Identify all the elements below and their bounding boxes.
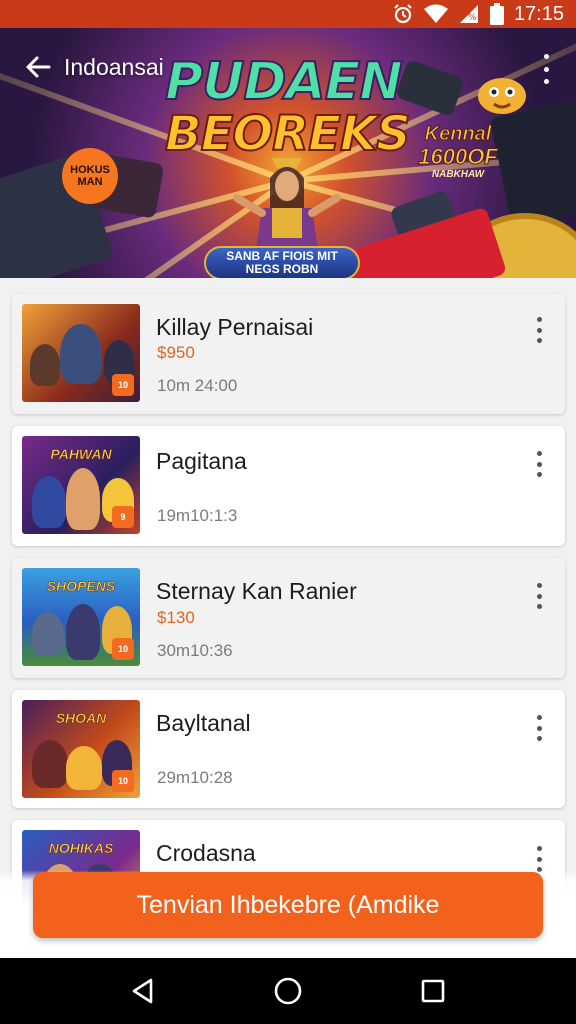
item-thumbnail: SHOPENS 10 bbox=[22, 568, 140, 666]
thumbnail-badge: 10 bbox=[112, 638, 134, 660]
more-vertical-icon[interactable] bbox=[529, 451, 549, 477]
home-circle-icon[interactable] bbox=[268, 971, 308, 1011]
mascot-illustration bbox=[472, 68, 532, 118]
item-title: Sternay Kan Ranier bbox=[156, 578, 357, 604]
thumbnail-title: PAHWAN bbox=[50, 446, 112, 463]
alarm-icon bbox=[392, 3, 414, 25]
list-item[interactable]: SHOAN 10 Bayltanal 29m10:28 bbox=[12, 690, 565, 808]
hero-promo-line3: NABKHAW bbox=[431, 169, 485, 181]
thumbnail-badge: 9 bbox=[112, 506, 134, 528]
list-item[interactable]: PAHWAN 9 Pagitana 19m10:1:3 bbox=[12, 426, 565, 546]
item-thumbnail: PAHWAN 9 bbox=[22, 436, 140, 534]
more-vertical-icon[interactable] bbox=[536, 54, 556, 84]
hero-headline-line2: BEOREKS bbox=[164, 106, 412, 162]
hero-ribbon: SANB AF FIOIS MIT NEGS ROBN bbox=[204, 246, 360, 278]
screen: % 17:15 Indoansai HOKUS MAN PUDAEN BEORE… bbox=[0, 0, 576, 1024]
list-item[interactable]: SHOPENS 10 Sternay Kan Ranier $130 30m10… bbox=[12, 558, 565, 678]
more-vertical-icon[interactable] bbox=[529, 715, 549, 741]
item-meta: 30m10:36 bbox=[157, 641, 233, 660]
hero-promo-line1: Kennal bbox=[424, 123, 492, 145]
back-triangle-icon[interactable] bbox=[123, 971, 163, 1011]
thumbnail-badge: 10 bbox=[112, 374, 134, 396]
thumbnail-title: SHOAN bbox=[55, 710, 107, 727]
wifi-icon bbox=[423, 4, 448, 24]
item-meta: 29m10:28 bbox=[157, 768, 233, 787]
more-vertical-icon[interactable] bbox=[529, 317, 549, 343]
back-arrow-icon[interactable] bbox=[22, 51, 54, 83]
svg-text:%: % bbox=[468, 13, 477, 23]
more-vertical-icon[interactable] bbox=[529, 583, 549, 609]
item-thumbnail: 10 bbox=[22, 304, 140, 402]
item-price: $950 bbox=[157, 343, 195, 362]
hero-headline: PUDAEN BEOREKS bbox=[164, 52, 412, 162]
list-item[interactable]: 10 Killay Pernaisai $950 10m 24:00 bbox=[12, 294, 565, 414]
app-title: Indoansai bbox=[64, 53, 164, 80]
signal-icon: % bbox=[458, 4, 480, 24]
primary-action-button[interactable]: Tenvian Ihbekebre (Amdike bbox=[33, 872, 543, 938]
item-title: Pagitana bbox=[156, 448, 247, 474]
item-title: Killay Pernaisai bbox=[156, 314, 314, 340]
thumbnail-title: NOHIKAS bbox=[48, 840, 114, 857]
item-title: Bayltanal bbox=[156, 710, 251, 736]
system-nav-bar bbox=[0, 958, 576, 1024]
item-list: 10 Killay Pernaisai $950 10m 24:00 PAHWA… bbox=[12, 294, 565, 942]
item-price: $130 bbox=[157, 608, 195, 627]
status-bar: % 17:15 bbox=[0, 0, 576, 28]
battery-icon bbox=[489, 3, 504, 25]
hero-promo-line2: 1600OF bbox=[418, 144, 499, 169]
thumbnail-badge: 10 bbox=[112, 770, 134, 792]
more-vertical-icon[interactable] bbox=[529, 846, 549, 872]
item-meta: 19m10:1:3 bbox=[157, 506, 238, 525]
recents-square-icon[interactable] bbox=[413, 971, 453, 1011]
hero-headline-line1: PUDAEN bbox=[164, 52, 404, 112]
item-title: Crodasna bbox=[156, 840, 256, 866]
hero-promo: Kennal 1600OF NABKHAW bbox=[408, 123, 508, 181]
item-thumbnail: SHOAN 10 bbox=[22, 700, 140, 798]
hero-badge: HOKUS MAN bbox=[62, 148, 118, 204]
hero-banner[interactable]: Indoansai HOKUS MAN PUDAEN BEOREKS Kenna… bbox=[0, 28, 576, 278]
thumbnail-title: SHOPENS bbox=[46, 578, 116, 595]
status-time: 17:15 bbox=[513, 2, 564, 25]
item-meta: 10m 24:00 bbox=[157, 376, 238, 395]
